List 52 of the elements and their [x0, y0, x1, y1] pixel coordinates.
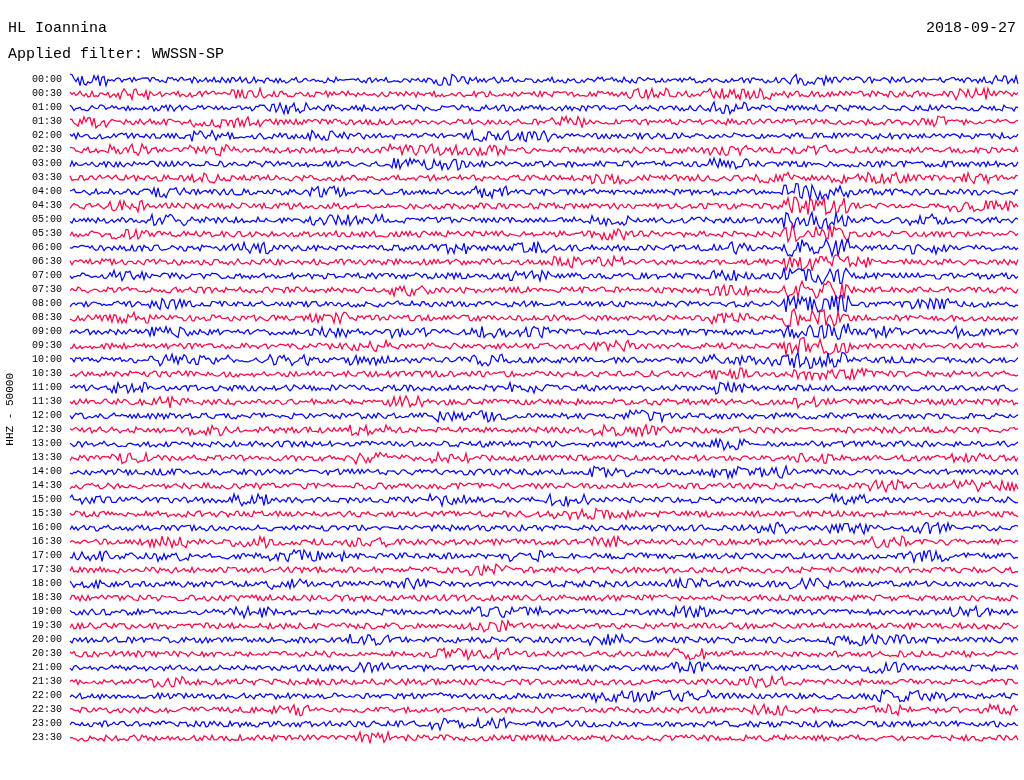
time-label: 00:00 — [31, 74, 63, 86]
time-label: 14:00 — [31, 466, 63, 478]
time-label: 12:00 — [31, 410, 63, 422]
time-label: 03:30 — [31, 172, 63, 184]
time-label: 17:00 — [31, 550, 63, 562]
time-label: 19:30 — [31, 620, 63, 632]
filter-label: Applied filter: WWSSN-SP — [8, 46, 225, 63]
time-label: 10:30 — [31, 368, 63, 380]
time-label: 04:00 — [31, 186, 63, 198]
time-label: 23:00 — [31, 718, 63, 730]
time-label: 18:30 — [31, 592, 63, 604]
time-label: 05:30 — [31, 228, 63, 240]
time-label: 16:30 — [31, 536, 63, 548]
time-label: 18:00 — [31, 578, 63, 590]
time-label: 15:00 — [31, 494, 63, 506]
date-label: 2018-09-27 — [926, 20, 1016, 38]
time-label: 02:00 — [31, 130, 63, 142]
time-label: 06:30 — [31, 256, 63, 268]
time-label: 07:30 — [31, 284, 63, 296]
time-label: 01:00 — [31, 102, 63, 114]
time-label: 06:00 — [31, 242, 63, 254]
time-label: 11:00 — [31, 382, 63, 394]
time-label: 20:30 — [31, 648, 63, 660]
time-label: 15:30 — [31, 508, 63, 520]
time-label: 09:30 — [31, 340, 63, 352]
channel-label: HHZ - 50000 — [2, 372, 17, 446]
time-label: 07:00 — [31, 270, 63, 282]
time-label: 21:30 — [31, 676, 63, 688]
time-label: 22:30 — [31, 704, 63, 716]
time-label: 22:00 — [31, 690, 63, 702]
station-title: HL Ioannina — [8, 20, 108, 38]
time-label: 09:00 — [31, 326, 63, 338]
time-label: 19:00 — [31, 606, 63, 618]
time-label: 20:00 — [31, 634, 63, 646]
time-label: 10:00 — [31, 354, 63, 366]
time-label: 13:00 — [31, 438, 63, 450]
time-label: 02:30 — [31, 144, 63, 156]
time-label: 04:30 — [31, 200, 63, 212]
time-label: 03:00 — [31, 158, 63, 170]
time-label: 08:30 — [31, 312, 63, 324]
time-label: 13:30 — [31, 452, 63, 464]
time-label: 12:30 — [31, 424, 63, 436]
time-label: 05:00 — [31, 214, 63, 226]
time-label: 21:00 — [31, 662, 63, 674]
time-label: 14:30 — [31, 480, 63, 492]
time-label: 11:30 — [31, 396, 63, 408]
time-label: 00:30 — [31, 88, 63, 100]
time-label: 01:30 — [31, 116, 63, 128]
time-label: 16:00 — [31, 522, 63, 534]
time-label: 23:30 — [31, 732, 63, 744]
time-label: 08:00 — [31, 298, 63, 310]
time-label: 17:30 — [31, 564, 63, 576]
